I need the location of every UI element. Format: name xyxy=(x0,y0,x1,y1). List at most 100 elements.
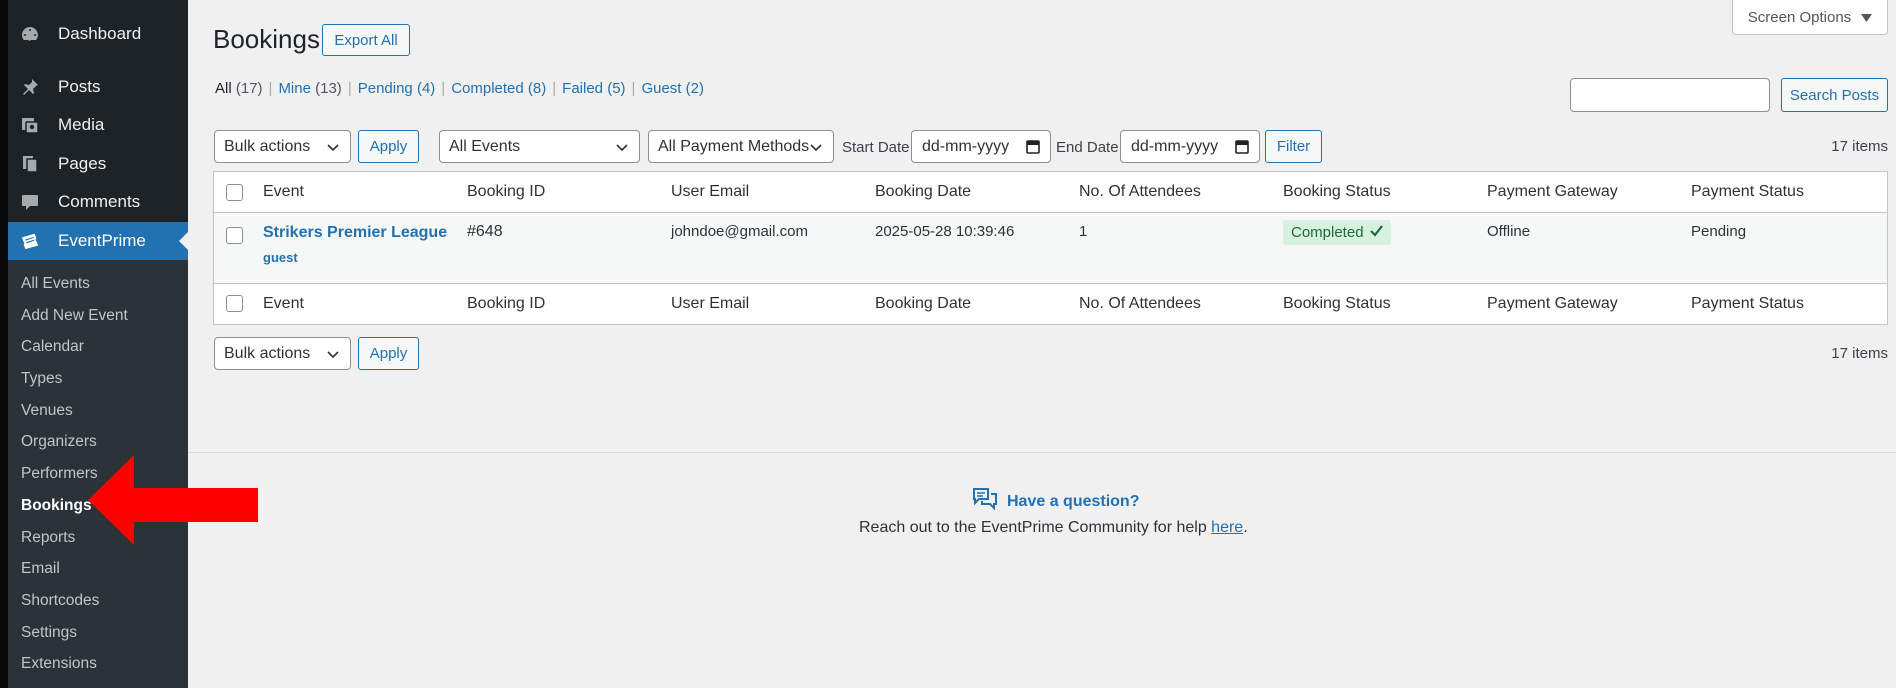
end-date-input[interactable]: dd-mm-yyyy xyxy=(1120,130,1260,163)
window-frame xyxy=(0,0,8,688)
admin-menu: Dashboard Posts Media Pages Comments Eve… xyxy=(8,0,188,260)
help-title-text: Have a question? xyxy=(1007,492,1140,510)
items-count-bottom: 17 items xyxy=(1831,345,1888,362)
select-all-checkbox[interactable] xyxy=(226,184,243,201)
checkmark-icon xyxy=(1369,224,1383,241)
bulk-actions-value: Bulk actions xyxy=(224,344,311,362)
sidebar-item-label: Media xyxy=(58,115,105,135)
end-date-placeholder: dd-mm-yyyy xyxy=(1131,137,1219,155)
status-badge-label: Completed xyxy=(1291,224,1364,241)
sidebar-item-eventprime[interactable]: EventPrime xyxy=(8,221,188,260)
chevron-down-icon xyxy=(809,140,823,159)
submenu-item-add-new-event[interactable]: Add New Event xyxy=(8,300,188,332)
column-header-booking-status: Booking Status xyxy=(1283,183,1391,200)
payment-methods-value: All Payment Methods xyxy=(658,137,810,155)
payment-gateway-cell: Offline xyxy=(1487,223,1531,240)
column-header-payment-gateway: Payment Gateway xyxy=(1487,183,1618,200)
start-date-input[interactable]: dd-mm-yyyy xyxy=(911,130,1051,163)
comment-icon xyxy=(20,192,40,212)
payment-status-cell: Pending xyxy=(1691,223,1747,240)
column-header-event[interactable]: Event xyxy=(263,183,304,201)
table-footer-row: Event Booking ID User Email Booking Date… xyxy=(214,284,1887,324)
end-date-label: End Date xyxy=(1056,139,1119,156)
column-footer-user-email: User Email xyxy=(671,295,750,312)
bulk-actions-select-bottom[interactable]: Bulk actions xyxy=(214,337,351,370)
submenu-item-all-events[interactable]: All Events xyxy=(8,268,188,300)
column-header-attendees: No. Of Attendees xyxy=(1079,183,1201,200)
menu-separator xyxy=(8,54,188,68)
chevron-down-icon xyxy=(326,140,340,159)
submenu-item-calendar[interactable]: Calendar xyxy=(8,331,188,363)
search-input[interactable] xyxy=(1570,78,1770,112)
row-checkbox[interactable] xyxy=(226,227,243,244)
media-icon xyxy=(20,115,40,135)
filter-link-guest[interactable]: Guest (2) xyxy=(641,80,704,97)
items-count-top: 17 items xyxy=(1831,138,1888,155)
sidebar-item-label: Pages xyxy=(58,153,107,173)
sidebar-item-pages[interactable]: Pages xyxy=(8,145,188,184)
apply-button-bottom[interactable]: Apply xyxy=(358,337,419,370)
column-header-booking-date: Booking Date xyxy=(875,183,972,200)
filter-link-failed[interactable]: Failed (5) xyxy=(562,80,625,97)
submenu-item-extensions[interactable]: Extensions xyxy=(8,648,188,680)
search-posts-button[interactable]: Search Posts xyxy=(1781,78,1888,112)
pages-icon xyxy=(20,154,40,174)
submenu-item-email[interactable]: Email xyxy=(8,553,188,585)
question-chat-icon xyxy=(973,488,997,515)
events-filter-select[interactable]: All Events xyxy=(439,130,640,163)
table-row: Strikers Premier League guest #648 johnd… xyxy=(214,213,1887,284)
table-header-row: Event Booking ID User Email Booking Date… xyxy=(214,172,1887,213)
calendar-icon[interactable] xyxy=(1026,139,1040,159)
attendees-cell: 1 xyxy=(1079,223,1088,240)
sidebar-item-label: Dashboard xyxy=(58,24,142,44)
bulk-actions-select-top[interactable]: Bulk actions xyxy=(214,130,351,163)
screen-options-label: Screen Options xyxy=(1747,8,1852,26)
submenu-item-venues[interactable]: Venues xyxy=(8,395,188,427)
screen-options-button[interactable]: Screen Options xyxy=(1732,0,1888,35)
help-text: Reach out to the EventPrime Community fo… xyxy=(859,519,1248,537)
column-footer-booking-id: Booking ID xyxy=(467,295,546,312)
column-footer-payment-gateway: Payment Gateway xyxy=(1487,295,1618,312)
column-footer-booking-status: Booking Status xyxy=(1283,295,1391,312)
status-filter-links: All (17) | Mine (13) | Pending (4) | Com… xyxy=(215,80,704,97)
column-header-user-email: User Email xyxy=(671,183,750,200)
help-here-link[interactable]: here xyxy=(1211,519,1243,536)
apply-button-top[interactable]: Apply xyxy=(358,130,419,163)
column-footer-event[interactable]: Event xyxy=(263,295,304,313)
status-badge: Completed xyxy=(1283,220,1391,245)
submenu-item-shortcodes[interactable]: Shortcodes xyxy=(8,585,188,617)
bulk-actions-value: Bulk actions xyxy=(224,137,311,155)
section-divider xyxy=(188,452,1896,453)
sidebar-item-label: Comments xyxy=(58,192,141,212)
booking-id-cell: #648 xyxy=(467,223,503,240)
calendar-icon[interactable] xyxy=(1235,139,1249,159)
sidebar-item-media[interactable]: Media xyxy=(8,106,188,145)
event-name-link[interactable]: Strikers Premier League xyxy=(263,224,447,242)
select-all-checkbox-bottom[interactable] xyxy=(226,295,243,312)
submenu-item-settings[interactable]: Settings xyxy=(8,617,188,649)
chevron-down-icon xyxy=(326,347,340,366)
filter-button[interactable]: Filter xyxy=(1265,130,1322,163)
export-all-button[interactable]: Export All xyxy=(322,24,410,56)
events-filter-value: All Events xyxy=(449,137,521,155)
filter-link-pending[interactable]: Pending (4) xyxy=(358,80,436,97)
filter-link-completed[interactable]: Completed (8) xyxy=(451,80,546,97)
sidebar-item-dashboard[interactable]: Dashboard xyxy=(8,15,188,54)
payment-methods-select[interactable]: All Payment Methods xyxy=(648,130,834,163)
filter-link-mine[interactable]: Mine (13) xyxy=(278,80,341,97)
caret-down-icon xyxy=(1861,9,1873,26)
admin-sidebar: Dashboard Posts Media Pages Comments Eve… xyxy=(8,0,188,688)
pin-icon xyxy=(20,77,40,97)
dashboard-icon xyxy=(20,24,40,44)
sidebar-item-posts[interactable]: Posts xyxy=(8,68,188,107)
main-content: Screen Options Bookings Export All All (… xyxy=(188,0,1896,688)
sidebar-item-comments[interactable]: Comments xyxy=(8,183,188,222)
submenu-item-organizers[interactable]: Organizers xyxy=(8,426,188,458)
user-email-cell: johndoe@gmail.com xyxy=(671,223,808,240)
submenu-item-types[interactable]: Types xyxy=(8,363,188,395)
column-footer-payment-status: Payment Status xyxy=(1691,295,1804,312)
bookings-table: Event Booking ID User Email Booking Date… xyxy=(213,171,1888,325)
help-heading: Have a question? xyxy=(973,488,1139,515)
filter-link-all[interactable]: All (17) xyxy=(215,80,263,97)
page-title: Bookings xyxy=(213,24,320,54)
